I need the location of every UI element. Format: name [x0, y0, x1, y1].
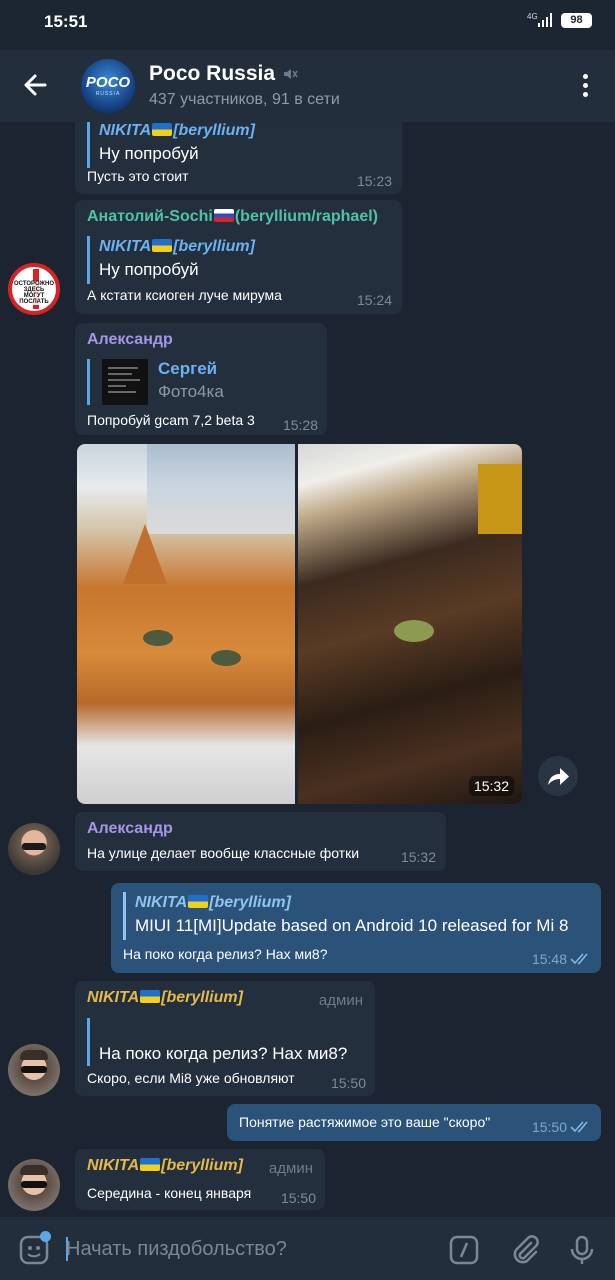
- russia-flag-icon: [213, 209, 234, 222]
- message-text: Середина - конец января: [87, 1185, 252, 1201]
- network-type: 4G: [527, 12, 538, 21]
- reply-author-name: NIKITA: [99, 122, 152, 139]
- message-text: Пусть это стоит: [87, 168, 189, 184]
- reply-author: NIKITA [beryllium]: [99, 236, 255, 258]
- read-checks-icon: [570, 953, 588, 965]
- sender-name-tag: [beryllium]: [161, 989, 243, 1006]
- photo-orange-cat[interactable]: [77, 444, 295, 804]
- status-time: 15:51: [44, 12, 88, 31]
- more-vertical-icon[interactable]: [575, 72, 595, 100]
- chat-header: POCO RUSSIA Poco Russia 437 участников, …: [0, 50, 615, 122]
- chat-subtitle: 437 участников, 91 в сети: [149, 91, 340, 108]
- reply-author: NIKITA [beryllium]: [135, 892, 568, 914]
- reply-text: Ну попробуй: [99, 144, 199, 163]
- message-input[interactable]: Начать пиздобольство?: [66, 1238, 287, 1261]
- message-bubble[interactable]: Александр Сергей Фото4ка Попробуй gcam 7…: [75, 323, 327, 435]
- message-text: Скоро, если Mi8 уже обновляют: [87, 1070, 295, 1086]
- message-text: Понятие растяжимое это ваше "скоро": [239, 1114, 491, 1130]
- reply-author-name: NIKITA: [135, 894, 188, 911]
- message-bubble[interactable]: NIKITA [beryllium] админ На поко когда ре…: [75, 981, 375, 1096]
- message-text: На улице делает вообще классные фотки: [87, 845, 360, 861]
- forward-icon[interactable]: [538, 756, 578, 796]
- message-time: 15:24: [356, 292, 392, 308]
- attach-icon[interactable]: [509, 1234, 541, 1266]
- sender-name-tag: (beryllium/raphael): [234, 208, 378, 225]
- avatar-logo-subtext: RUSSIA: [95, 91, 121, 97]
- outgoing-message-bubble[interactable]: NIKITA [beryllium] MIUI 11[MI]Update base…: [111, 883, 601, 973]
- ukraine-flag-icon: [152, 123, 173, 136]
- admin-badge: админ: [268, 1160, 313, 1177]
- reply-author-tag: [beryllium]: [209, 894, 291, 911]
- reply-author: Сергей: [158, 359, 218, 378]
- reply-author: NIKITA [beryllium]: [99, 122, 255, 142]
- message-time: 15:50: [280, 1190, 316, 1206]
- sender-name-tag: [beryllium]: [161, 1157, 243, 1174]
- sender-name-text: NIKITA: [87, 989, 140, 1006]
- bot-command-icon[interactable]: [448, 1234, 480, 1266]
- microphone-icon[interactable]: [566, 1234, 598, 1266]
- read-checks-icon: [570, 1121, 588, 1133]
- reply-text: Ну попробуй: [99, 260, 199, 279]
- sender-avatar[interactable]: ОСТОРОЖНО ЗДЕСЬ МОГУТ ПОСЛАТЬ: [8, 263, 60, 315]
- reply-text: MIUI 11[MI]Update based on Android 10 re…: [135, 916, 569, 935]
- reply-thumbnail: [102, 359, 148, 405]
- sender-name[interactable]: NIKITA [beryllium]: [87, 1157, 243, 1175]
- group-avatar[interactable]: POCO RUSSIA: [81, 59, 135, 113]
- chat-title[interactable]: Poco Russia: [149, 62, 275, 86]
- reply-author-tag: [beryllium]: [173, 238, 255, 255]
- reply-preview[interactable]: Сергей Фото4ка: [87, 359, 224, 405]
- composer: Начать пиздобольство?: [0, 1217, 615, 1280]
- sender-avatar[interactable]: [8, 1044, 60, 1096]
- sender-name-text: NIKITA: [87, 1157, 140, 1174]
- message-time: 15:32: [400, 849, 436, 865]
- sender-name[interactable]: Анатолий-Sochi (beryllium/raphael): [87, 208, 378, 226]
- message-text: А кстати ксиоген луче мирума: [87, 287, 282, 303]
- message-list[interactable]: NIKITA [beryllium] Ну попробуй Пусть это …: [0, 122, 615, 1217]
- message-bubble[interactable]: Анатолий-Sochi (beryllium/raphael) NIKITA…: [75, 200, 402, 314]
- reply-author-tag: [beryllium]: [173, 122, 255, 139]
- battery-icon: 98: [561, 13, 592, 28]
- status-bar: 15:51 4G 98: [0, 0, 615, 48]
- sender-name[interactable]: NIKITA [beryllium]: [87, 989, 243, 1007]
- signal-icon: [538, 13, 554, 27]
- message-bubble[interactable]: Александр На улице делает вообще классны…: [75, 812, 446, 871]
- message-time: 15:28: [282, 417, 318, 433]
- message-text: На поко когда релиз? Нах ми8?: [123, 946, 328, 962]
- sender-name[interactable]: Александр: [87, 331, 173, 349]
- reply-preview[interactable]: На поко когда релиз? Нах ми8?: [87, 1018, 347, 1066]
- sender-avatar[interactable]: [8, 1159, 60, 1211]
- back-arrow-icon[interactable]: [18, 68, 52, 102]
- message-bubble[interactable]: NIKITA [beryllium] Ну попробуй Пусть это …: [75, 122, 402, 194]
- message-time: 15:50: [531, 1119, 567, 1135]
- ukraine-flag-icon: [140, 990, 161, 1003]
- avatar-warning-text: ОСТОРОЖНО ЗДЕСЬ МОГУТ ПОСЛАТЬ: [13, 281, 55, 305]
- notification-dot: [40, 1231, 51, 1242]
- ukraine-flag-icon: [188, 895, 209, 908]
- reply-preview[interactable]: NIKITA [beryllium] MIUI 11[MI]Update base…: [123, 892, 568, 940]
- message-bubble[interactable]: NIKITA [beryllium] админ Середина - конец…: [75, 1149, 325, 1210]
- message-text: Попробуй gcam 7,2 beta 3: [87, 412, 255, 428]
- reply-preview[interactable]: NIKITA [beryllium] Ну попробуй: [87, 236, 255, 284]
- message-time: 15:23: [356, 173, 392, 189]
- sender-avatar[interactable]: [8, 823, 60, 875]
- avatar-logo-text: POCO: [85, 74, 131, 91]
- ukraine-flag-icon: [152, 239, 173, 252]
- message-time: 15:48: [531, 951, 567, 967]
- ukraine-flag-icon: [140, 1158, 161, 1171]
- reply-author-name: NIKITA: [99, 238, 152, 255]
- sender-name-text: Анатолий-Sochi: [87, 208, 213, 225]
- reply-preview[interactable]: NIKITA [beryllium] Ну попробуй: [87, 122, 255, 168]
- message-time: 15:50: [330, 1075, 366, 1091]
- reply-text: Фото4ка: [158, 382, 224, 401]
- sender-name[interactable]: Александр: [87, 820, 173, 838]
- mute-icon: [284, 69, 298, 79]
- outgoing-message-bubble[interactable]: Понятие растяжимое это ваше "скоро" 15:5…: [227, 1104, 601, 1141]
- admin-badge: админ: [318, 992, 363, 1009]
- album-time: 15:32: [468, 776, 514, 796]
- photo-tortoiseshell-cat[interactable]: 15:32: [298, 444, 522, 804]
- reply-text: На поко когда релиз? Нах ми8?: [99, 1044, 348, 1063]
